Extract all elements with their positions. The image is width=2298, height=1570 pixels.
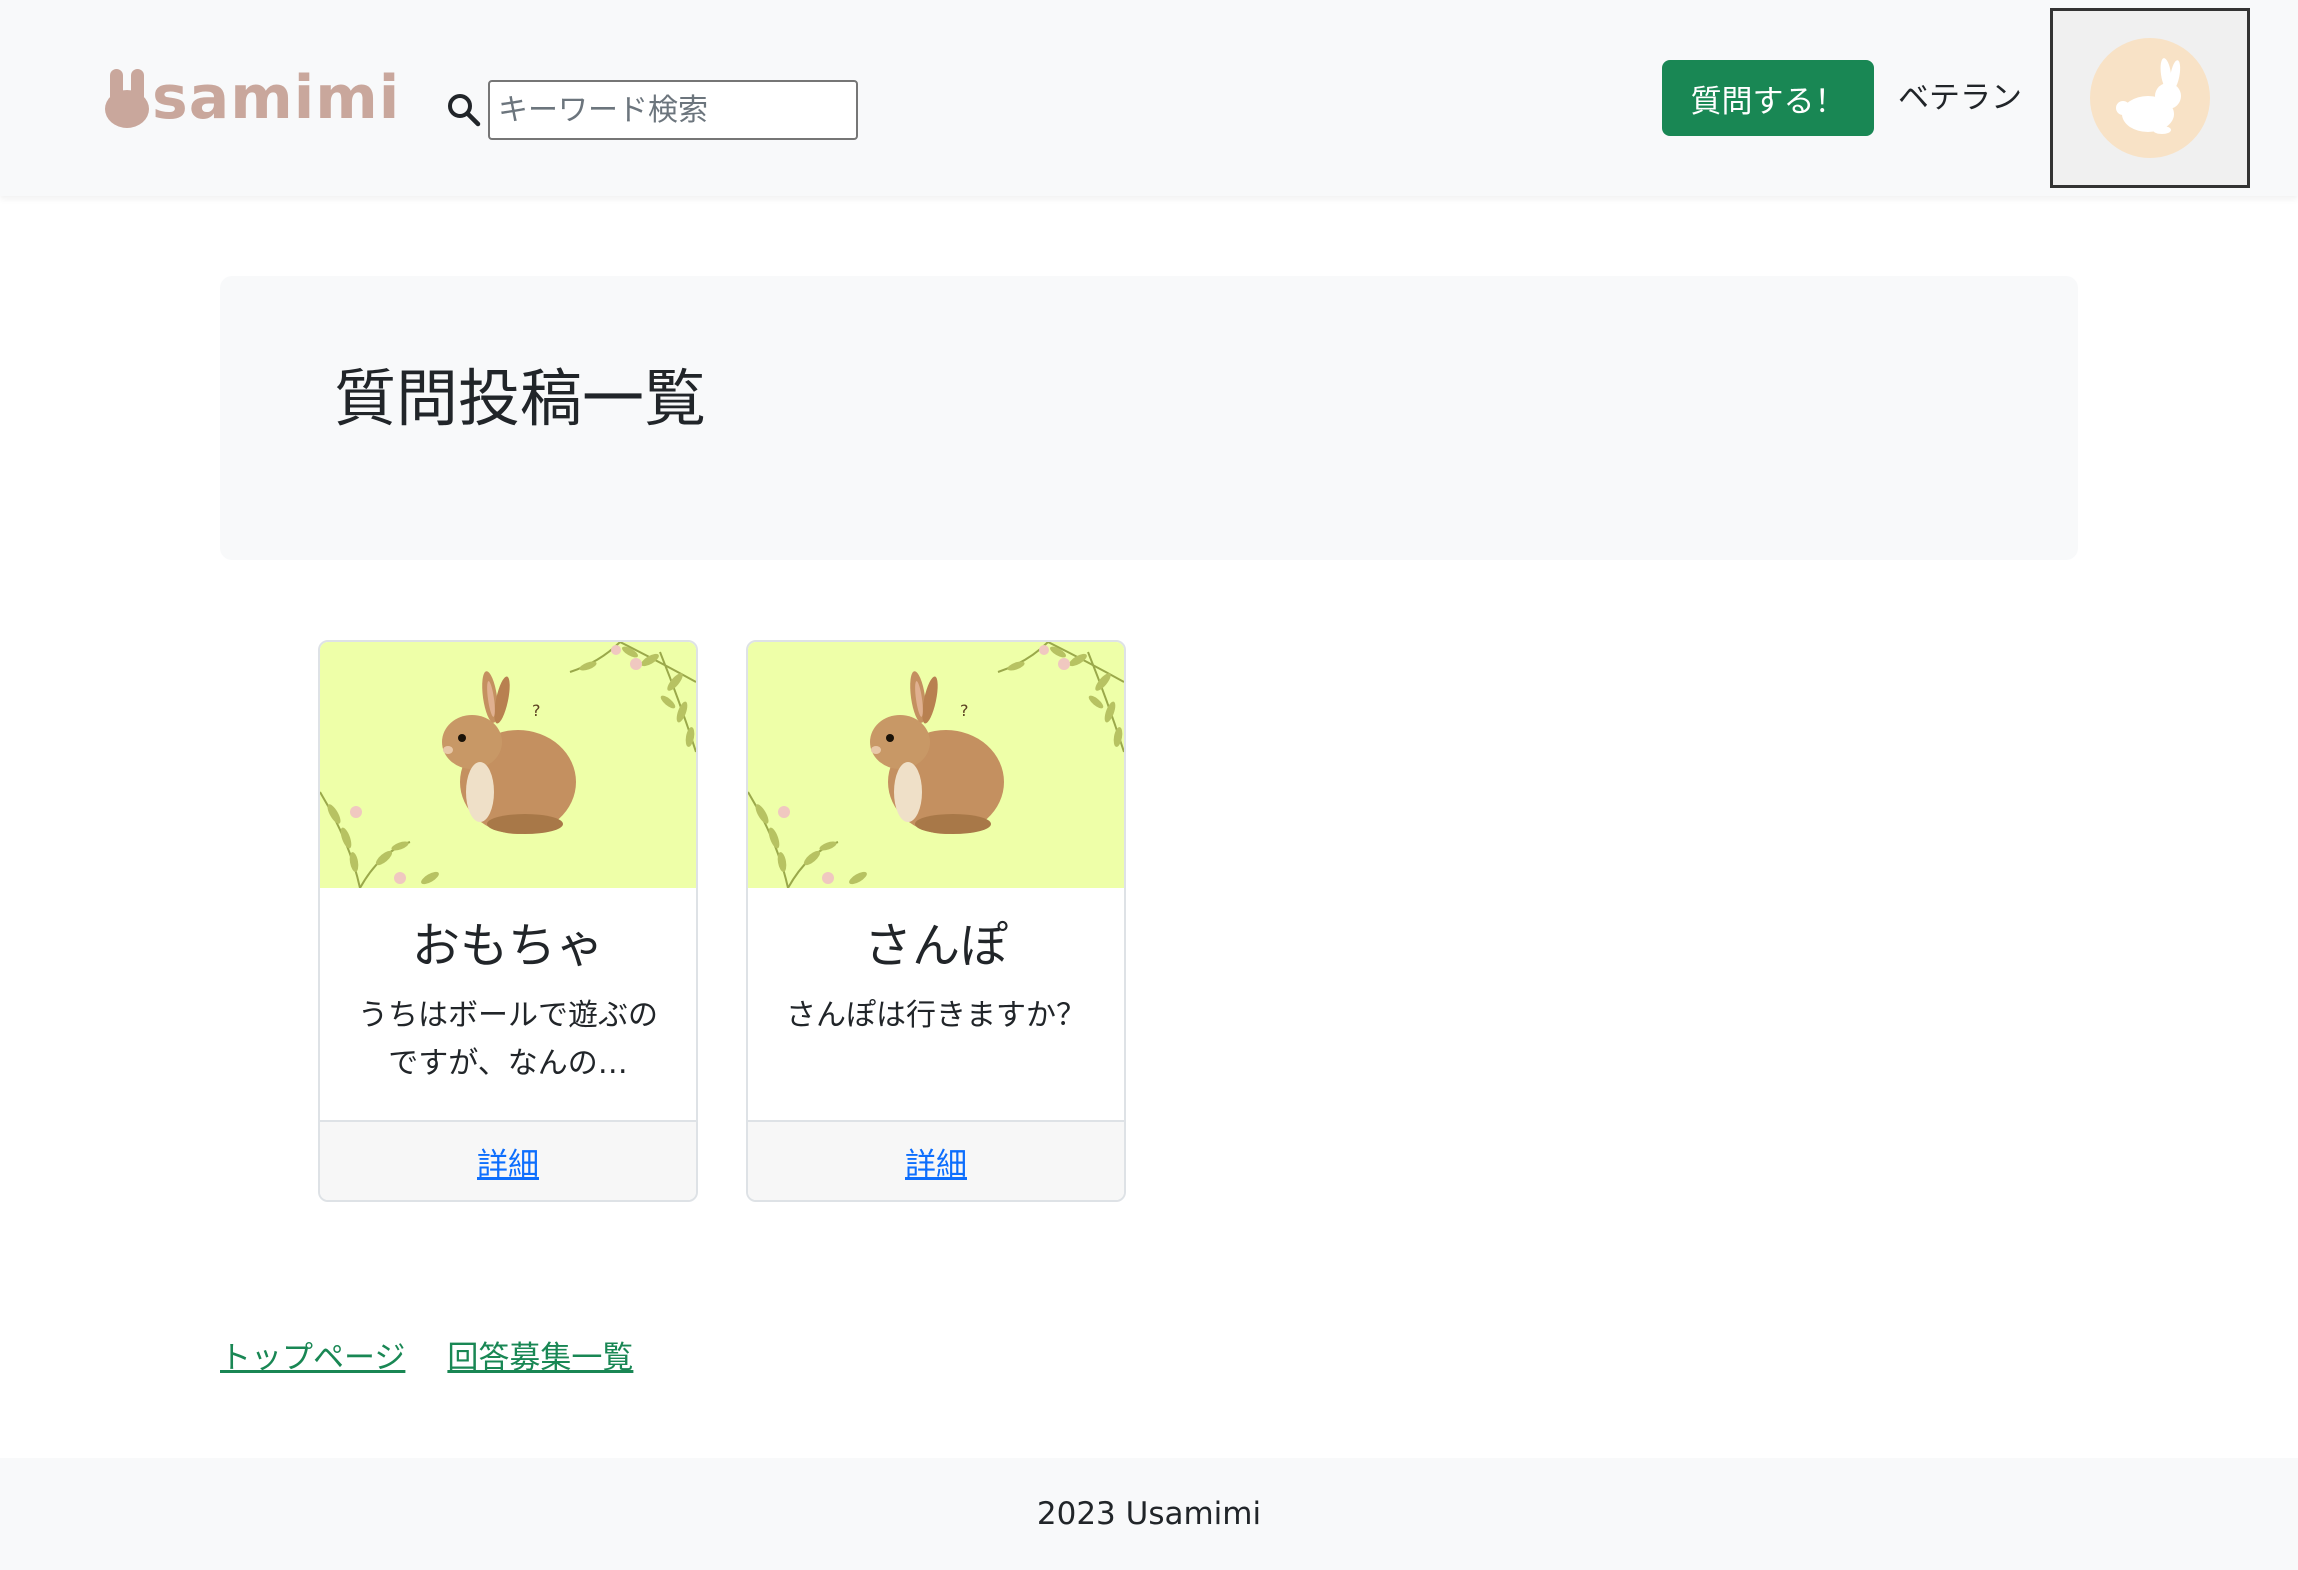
card-text: うちはボールで遊ぶのですが、なんの… (358, 998, 658, 1081)
card-body: さんぽ さんぽは行きますか？ (748, 888, 1124, 1122)
svg-text:?: ? (532, 701, 541, 720)
page-header-jumbotron: 質問投稿一覧 (220, 276, 2078, 560)
rabbit-photo: ? (748, 642, 1124, 889)
detail-link[interactable]: 詳細 (905, 1139, 967, 1184)
logo-text: samimi (152, 63, 401, 133)
page-links: トップページ 回答募集一覧 (220, 1330, 633, 1378)
card-title: おもちゃ (411, 918, 604, 974)
card-footer: 詳細 (320, 1120, 696, 1200)
top-page-link[interactable]: トップページ (220, 1332, 405, 1377)
avatar[interactable] (2050, 8, 2250, 188)
card-image: ? (320, 642, 696, 889)
search-input[interactable] (488, 80, 858, 140)
user-rank-label: ベテラン (1898, 80, 2022, 116)
search-icon (448, 94, 481, 127)
rabbit-logo-icon (105, 69, 149, 128)
card-footer: 詳細 (748, 1120, 1124, 1200)
rabbit-avatar-icon (2116, 58, 2181, 134)
ask-question-button[interactable]: 質問する！ (1662, 60, 1874, 136)
site-footer: 2023 Usamimi (0, 1458, 2298, 1570)
question-card: ? さんぽ さんぽは行きますか？ 詳細 (746, 640, 1126, 1202)
card-text: さんぽは行きますか？ (786, 998, 1086, 1033)
page-title: 質問投稿一覧 (334, 362, 707, 435)
card-body: おもちゃ うちはボールで遊ぶのですが、なんの… (320, 888, 696, 1122)
detail-link[interactable]: 詳細 (477, 1139, 539, 1184)
card-image: ? (748, 642, 1124, 889)
svg-text:?: ? (960, 701, 969, 720)
question-card: ? おもちゃ うちはボールで遊ぶのですが、なんの… 詳細 (318, 640, 698, 1202)
copyright-text: 2023 Usamimi (1036, 1496, 1262, 1532)
answer-list-link[interactable]: 回答募集一覧 (447, 1332, 633, 1377)
site-header: samimi 質問する！ ベテラン (0, 0, 2298, 196)
site-logo[interactable]: samimi (104, 62, 400, 134)
card-title: さんぽ (863, 918, 1008, 974)
avatar-circle (2090, 38, 2210, 158)
rabbit-photo: ? (320, 642, 696, 889)
